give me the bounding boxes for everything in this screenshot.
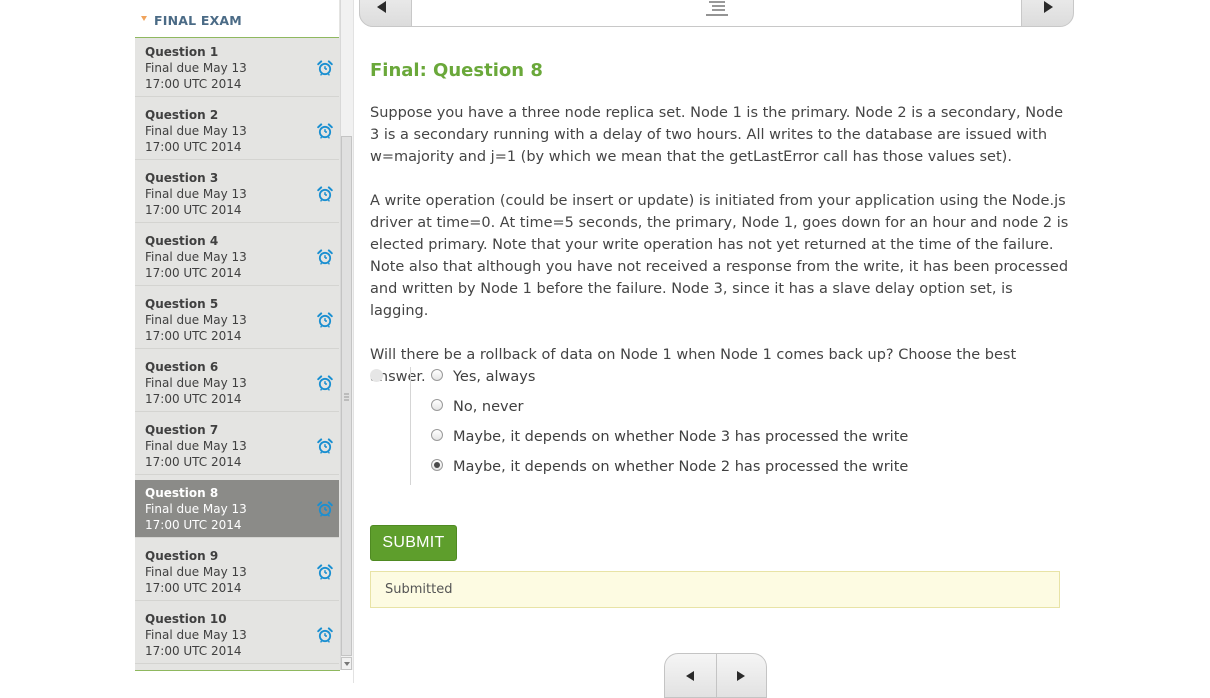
sidebar-item-question-8[interactable]: Question 8 Final due May 13 17:00 UTC 201… [135,480,339,538]
list-icon[interactable] [704,0,730,17]
question-due-date: Final due May 13 17:00 UTC 2014 [145,502,247,532]
alarm-clock-icon [316,185,334,203]
alarm-clock-icon [316,59,334,77]
choice-maybe-node-2[interactable]: Maybe, it depends on whether Node 2 has … [430,456,908,478]
sidebar-item-question-1[interactable]: Question 1 Final due May 13 17:00 UTC 201… [135,39,339,97]
question-name: Question 7 [145,423,219,437]
sidebar-item-question-6[interactable]: Question 6 Final due May 13 17:00 UTC 201… [135,354,339,412]
submit-button[interactable]: SUBMIT [370,525,457,561]
sidebar-item-question-7[interactable]: Question 7 Final due May 13 17:00 UTC 201… [135,417,339,475]
question-due-date: Final due May 13 17:00 UTC 2014 [145,628,247,658]
question-due-date: Final due May 13 17:00 UTC 2014 [145,187,247,217]
submission-status-message: Submitted [370,571,1060,608]
alarm-clock-icon [316,311,334,329]
question-name: Question 1 [145,45,219,59]
choice-label: Maybe, it depends on whether Node 2 has … [453,459,909,475]
question-name: Question 9 [145,549,219,563]
arrow-down-icon [344,662,350,666]
bottom-sequence-nav [664,653,767,698]
chevron-down-icon [141,16,147,21]
scrollbar-down-arrow[interactable] [341,657,352,670]
sidebar-item-question-4[interactable]: Question 4 Final due May 13 17:00 UTC 201… [135,228,339,286]
scrollbar-grip-icon [344,393,349,401]
radio-button[interactable] [431,399,443,411]
next-button[interactable] [1021,0,1074,27]
sidebar-item-question-9[interactable]: Question 9 Final due May 13 17:00 UTC 201… [135,543,339,601]
alarm-clock-icon [316,500,334,518]
question-name: Question 6 [145,360,219,374]
alarm-clock-icon [316,437,334,455]
question-name: Question 10 [145,612,227,626]
question-title: Final: Question 8 [370,60,543,81]
question-name: Question 8 [145,486,219,500]
bottom-next-button[interactable] [717,654,766,697]
triangle-right-icon [1044,1,1053,13]
previous-button[interactable] [359,0,412,27]
question-due-date: Final due May 13 17:00 UTC 2014 [145,439,247,469]
question-name: Question 2 [145,108,219,122]
radio-button-selected[interactable] [431,459,443,471]
radio-button[interactable] [431,369,443,381]
question-due-date: Final due May 13 17:00 UTC 2014 [145,124,247,154]
alarm-clock-icon [316,374,334,392]
question-due-date: Final due May 13 17:00 UTC 2014 [145,313,247,343]
alarm-clock-icon [316,248,334,266]
question-name: Question 4 [145,234,219,248]
alarm-clock-icon [316,122,334,140]
question-paragraph-2: A write operation (could be insert or up… [370,193,1069,319]
choice-yes-always[interactable]: Yes, always [430,366,535,388]
triangle-left-icon [377,1,386,13]
alarm-clock-icon [316,563,334,581]
choice-label: Yes, always [453,369,536,385]
sidebar-item-question-10[interactable]: Question 10 Final due May 13 17:00 UTC 20… [135,606,339,664]
question-due-date: Final due May 13 17:00 UTC 2014 [145,61,247,91]
bottom-previous-button[interactable] [665,654,716,697]
section-title: FINAL EXAM [154,13,242,28]
radio-button[interactable] [431,429,443,441]
sidebar-item-question-3[interactable]: Question 3 Final due May 13 17:00 UTC 201… [135,165,339,223]
content-divider [353,0,354,683]
question-due-date: Final due May 13 17:00 UTC 2014 [145,565,247,595]
choice-maybe-node-3[interactable]: Maybe, it depends on whether Node 3 has … [430,426,908,448]
question-due-date: Final due May 13 17:00 UTC 2014 [145,376,247,406]
choices-divider [410,367,411,485]
triangle-left-icon [686,671,694,681]
triangle-right-icon [737,671,745,681]
section-header-final-exam[interactable]: FINAL EXAM [135,0,339,38]
question-name: Question 3 [145,171,219,185]
sequence-sidebar: FINAL EXAM Question 1 Final due May 13 17… [135,0,340,671]
question-paragraph-1: Suppose you have a three node replica se… [370,105,1064,165]
answer-status-indicator [370,369,383,382]
sidebar-item-question-5[interactable]: Question 5 Final due May 13 17:00 UTC 201… [135,291,339,349]
sidebar-item-question-2[interactable]: Question 2 Final due May 13 17:00 UTC 201… [135,102,339,160]
question-name: Question 5 [145,297,219,311]
choice-label: Maybe, it depends on whether Node 3 has … [453,429,909,445]
choice-no-never[interactable]: No, never [430,396,524,418]
choice-label: No, never [453,399,524,415]
alarm-clock-icon [316,626,334,644]
question-due-date: Final due May 13 17:00 UTC 2014 [145,250,247,280]
